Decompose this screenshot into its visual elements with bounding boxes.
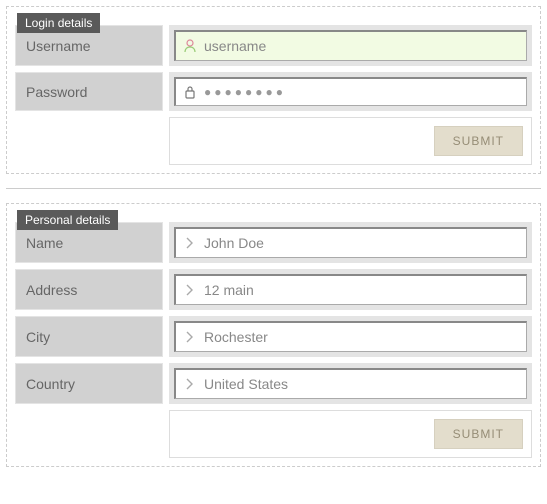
- name-value: John Doe: [204, 235, 264, 251]
- country-field-wrap: United States: [169, 363, 532, 404]
- city-value: Rochester: [204, 329, 268, 345]
- caret-right-icon: [184, 330, 196, 344]
- login-fieldset: Login details Username username Password…: [6, 6, 541, 174]
- address-row: Address 12 main: [15, 269, 532, 310]
- city-label: City: [15, 316, 163, 357]
- caret-right-icon: [184, 236, 196, 250]
- username-field-wrap: username: [169, 25, 532, 66]
- country-row: Country United States: [15, 363, 532, 404]
- user-icon: [184, 39, 196, 53]
- password-row: Password ●●●●●●●●: [15, 72, 532, 111]
- city-field-wrap: Rochester: [169, 316, 532, 357]
- caret-right-icon: [184, 377, 196, 391]
- username-input[interactable]: username: [174, 30, 527, 61]
- address-value: 12 main: [204, 282, 254, 298]
- address-field-wrap: 12 main: [169, 269, 532, 310]
- personal-legend: Personal details: [17, 210, 118, 230]
- login-submit-button[interactable]: SUBMIT: [434, 126, 523, 156]
- personal-submit-row: SUBMIT: [15, 410, 532, 458]
- name-field-wrap: John Doe: [169, 222, 532, 263]
- personal-fieldset: Personal details Name John Doe Address 1…: [6, 203, 541, 467]
- password-label: Password: [15, 72, 163, 111]
- name-input[interactable]: John Doe: [174, 227, 527, 258]
- city-row: City Rochester: [15, 316, 532, 357]
- login-legend: Login details: [17, 13, 100, 33]
- country-value: United States: [204, 376, 288, 392]
- divider: [6, 188, 541, 189]
- password-input[interactable]: ●●●●●●●●: [174, 77, 527, 106]
- country-input[interactable]: United States: [174, 368, 527, 399]
- password-field-wrap: ●●●●●●●●: [169, 72, 532, 111]
- address-label: Address: [15, 269, 163, 310]
- city-input[interactable]: Rochester: [174, 321, 527, 352]
- personal-submit-area: SUBMIT: [169, 410, 532, 458]
- password-mask: ●●●●●●●●: [204, 85, 286, 99]
- country-label: Country: [15, 363, 163, 404]
- personal-submit-button[interactable]: SUBMIT: [434, 419, 523, 449]
- lock-icon: [184, 85, 196, 99]
- login-submit-row: SUBMIT: [15, 117, 532, 165]
- caret-right-icon: [184, 283, 196, 297]
- login-submit-area: SUBMIT: [169, 117, 532, 165]
- username-value: username: [204, 38, 266, 54]
- address-input[interactable]: 12 main: [174, 274, 527, 305]
